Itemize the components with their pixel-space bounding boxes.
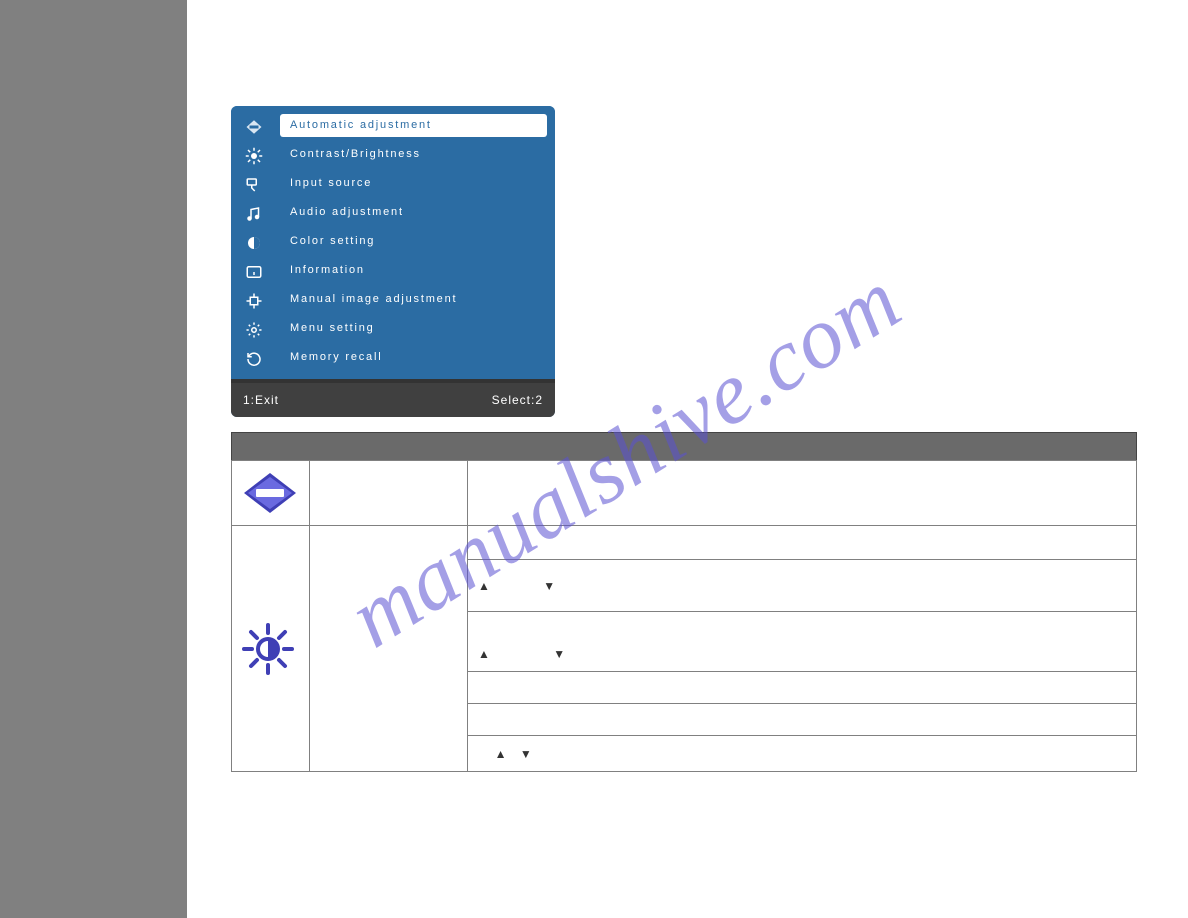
osd-menu-panel: Automatic adjustment Contrast/Brightness… — [231, 106, 555, 417]
osd-item-manual-image-adjustment[interactable]: Manual image adjustment — [280, 285, 550, 314]
up-arrow-icon: ▲ — [495, 747, 507, 761]
input-icon — [231, 170, 277, 199]
osd-item-list: Automatic adjustment Contrast/Brightness… — [277, 106, 555, 379]
brightness-icon — [242, 623, 294, 675]
auto-icon — [242, 471, 298, 515]
osd-item-menu-setting[interactable]: Menu setting — [280, 314, 550, 343]
osd-body: Automatic adjustment Contrast/Brightness… — [231, 106, 555, 379]
osd-exit-hint: 1:Exit — [243, 393, 279, 407]
recall-icon — [231, 344, 277, 373]
osd-item-contrast-brightness[interactable]: Contrast/Brightness — [280, 140, 550, 169]
row-desc-cell: ▲ ▼ — [468, 736, 1137, 772]
row-desc-cell — [468, 672, 1137, 704]
osd-item-memory-recall[interactable]: Memory recall — [280, 343, 550, 372]
reference-table: ▲ ▼ ▲ ▼ — [231, 460, 1137, 772]
table-row — [232, 526, 1137, 560]
manual-page: Automatic adjustment Contrast/Brightness… — [0, 0, 1188, 918]
osd-item-automatic-adjustment[interactable]: Automatic adjustment — [280, 114, 547, 137]
up-arrow-icon: ▲ — [478, 579, 490, 593]
row-desc-cell: ▲ ▼ — [468, 560, 1137, 612]
menu-gear-icon — [231, 315, 277, 344]
row-icon-cell — [232, 526, 310, 772]
osd-reference-table: ▲ ▼ ▲ ▼ — [231, 432, 1137, 772]
page-content: Automatic adjustment Contrast/Brightness… — [187, 0, 1188, 918]
auto-icon — [231, 112, 277, 141]
row-icon-cell — [232, 461, 310, 526]
osd-item-audio-adjustment[interactable]: Audio adjustment — [280, 198, 550, 227]
osd-item-input-source[interactable]: Input source — [280, 169, 550, 198]
row-desc-cell — [468, 526, 1137, 560]
audio-icon — [231, 199, 277, 228]
info-icon — [231, 257, 277, 286]
down-arrow-icon: ▼ — [520, 747, 532, 761]
osd-footer: 1:Exit Select:2 — [231, 379, 555, 417]
left-sidebar-strip — [0, 0, 187, 918]
color-icon — [231, 228, 277, 257]
manual-icon — [231, 286, 277, 315]
brightness-icon — [231, 141, 277, 170]
up-arrow-icon: ▲ — [478, 647, 490, 661]
row-desc-cell — [468, 461, 1137, 526]
row-name-cell — [310, 526, 468, 772]
osd-item-information[interactable]: Information — [280, 256, 550, 285]
down-arrow-icon: ▼ — [553, 647, 565, 661]
reference-table-header-bar — [231, 432, 1137, 460]
down-arrow-icon: ▼ — [543, 579, 555, 593]
row-desc-cell — [468, 704, 1137, 736]
row-name-cell — [310, 461, 468, 526]
table-row — [232, 461, 1137, 526]
osd-icon-column — [231, 106, 277, 379]
osd-select-hint: Select:2 — [492, 393, 543, 407]
osd-item-color-setting[interactable]: Color setting — [280, 227, 550, 256]
row-desc-cell: ▲ ▼ — [468, 612, 1137, 672]
